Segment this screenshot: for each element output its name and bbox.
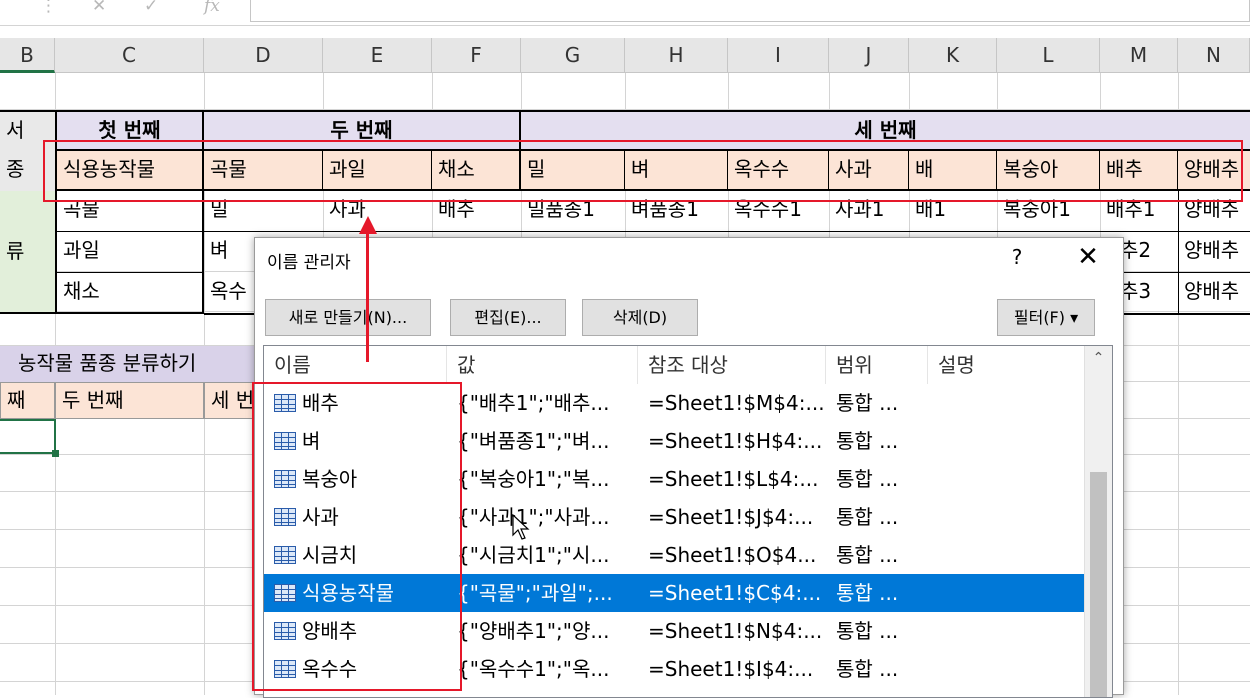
column-value[interactable]: 값 bbox=[447, 346, 638, 384]
formula-bar: ⋮ ✕ ✓ fx bbox=[0, 0, 1250, 26]
more-icon[interactable]: ⋮ bbox=[40, 0, 57, 16]
scrollbar-thumb[interactable] bbox=[1090, 472, 1107, 697]
cell-c10[interactable]: 두 번째 bbox=[55, 382, 204, 419]
column-scope[interactable]: 범위 bbox=[826, 346, 928, 384]
column-header-b[interactable]: B bbox=[0, 38, 55, 73]
mouse-cursor-icon bbox=[512, 514, 530, 540]
column-header-l[interactable]: L bbox=[997, 38, 1100, 73]
help-button[interactable]: ? bbox=[1005, 242, 1029, 272]
active-cell[interactable] bbox=[0, 419, 56, 454]
column-header-k[interactable]: K bbox=[909, 38, 997, 73]
column-header-n[interactable]: N bbox=[1178, 38, 1250, 73]
column-header-f[interactable]: F bbox=[432, 38, 521, 73]
cell-c7[interactable]: 채소 bbox=[55, 273, 204, 314]
cell-b10[interactable]: 째 bbox=[0, 382, 55, 419]
new-name-button[interactable]: 새로 만들기(N)... bbox=[265, 299, 431, 336]
delete-name-button[interactable]: 삭제(D) bbox=[582, 299, 698, 336]
fx-icon[interactable]: fx bbox=[204, 0, 220, 16]
cancel-icon[interactable]: ✕ bbox=[92, 0, 106, 16]
column-refers-to[interactable]: 참조 대상 bbox=[638, 346, 826, 384]
cell-c6[interactable]: 과일 bbox=[55, 232, 204, 273]
cell-b6: 류 bbox=[6, 239, 25, 263]
enter-icon[interactable]: ✓ bbox=[144, 0, 158, 16]
highlight-box-name-list bbox=[252, 382, 462, 691]
column-header-d[interactable]: D bbox=[204, 38, 323, 73]
highlight-box-header-row bbox=[43, 140, 1243, 202]
formula-input[interactable] bbox=[250, 0, 1250, 22]
column-header-bar: B C D E F G H I J K L M N bbox=[0, 38, 1250, 73]
filter-button[interactable]: 필터(F) ▾ bbox=[997, 299, 1095, 336]
column-comment[interactable]: 설명 bbox=[928, 346, 1084, 384]
classify-title[interactable]: 농작물 품종 분류하기 bbox=[0, 346, 255, 382]
arrow-up-icon bbox=[359, 216, 377, 234]
column-header-m[interactable]: M bbox=[1100, 38, 1178, 73]
column-header-e[interactable]: E bbox=[323, 38, 432, 73]
dialog-title: 이름 관리자 bbox=[267, 253, 351, 273]
vertical-scrollbar[interactable]: ⌃ bbox=[1084, 346, 1112, 697]
cell-d10[interactable]: 세 번 bbox=[204, 382, 255, 419]
column-name[interactable]: 이름 bbox=[264, 346, 447, 384]
cell-n7[interactable]: 양배추 bbox=[1178, 273, 1250, 314]
cell-m7[interactable]: 추3 bbox=[1120, 273, 1178, 314]
column-header-i[interactable]: I bbox=[728, 38, 829, 73]
column-header-c[interactable]: C bbox=[55, 38, 204, 73]
close-button[interactable]: ✕ bbox=[1073, 242, 1103, 272]
fill-handle[interactable] bbox=[52, 450, 59, 457]
column-header-h[interactable]: H bbox=[625, 38, 728, 73]
column-header-j[interactable]: J bbox=[829, 38, 909, 73]
cell-n6[interactable]: 양배추 bbox=[1178, 232, 1250, 273]
scroll-up-icon[interactable]: ⌃ bbox=[1090, 350, 1107, 367]
edit-name-button[interactable]: 편집(E)... bbox=[450, 299, 566, 336]
column-header-g[interactable]: G bbox=[521, 38, 625, 73]
cell-m6[interactable]: 추2 bbox=[1120, 232, 1178, 273]
arrow-line bbox=[366, 232, 369, 362]
